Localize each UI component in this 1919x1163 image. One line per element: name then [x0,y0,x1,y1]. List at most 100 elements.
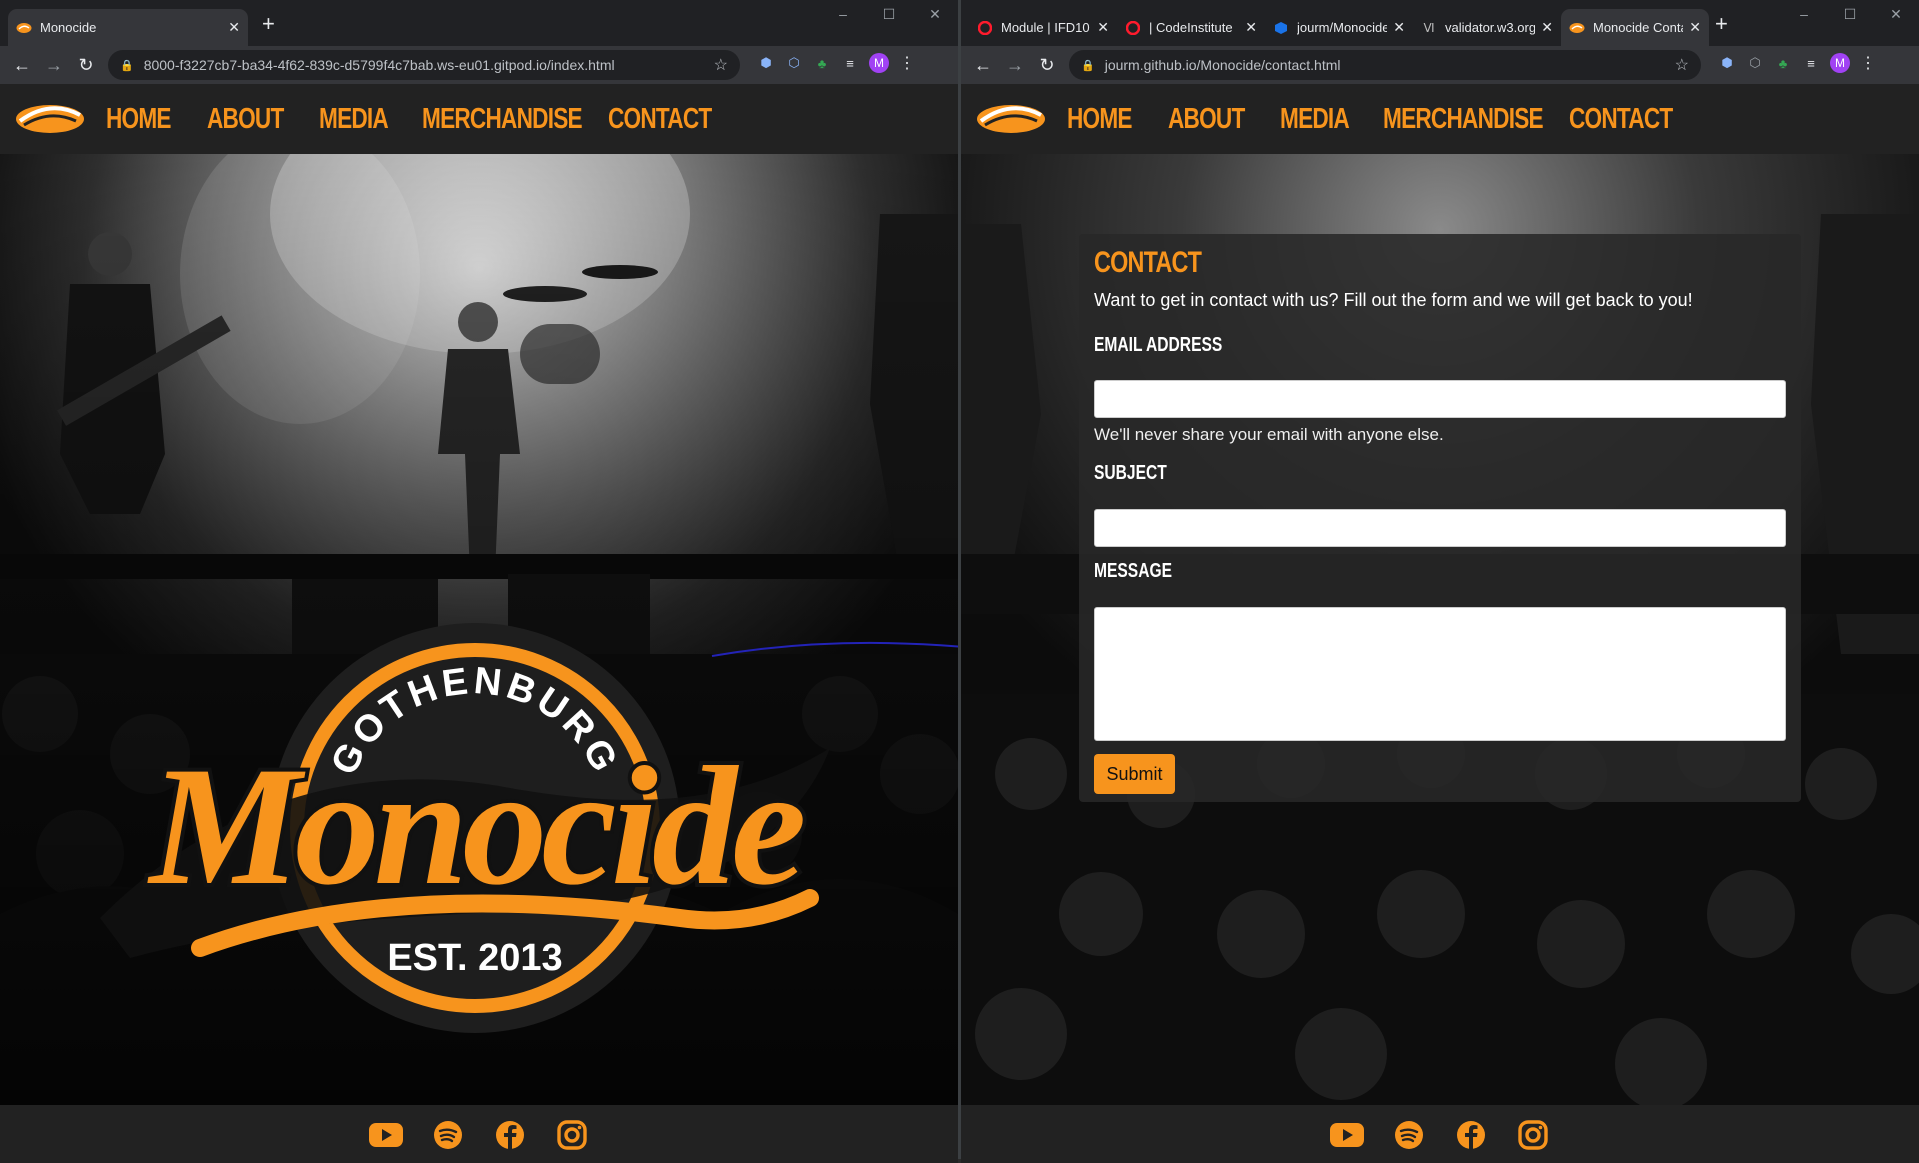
window-controls: – ☐ ✕ [820,2,958,26]
page-viewport: HOME ABOUT MEDIA MERCHANDISE CONTACT [961,84,1919,1163]
contact-form-card: CONTACT Want to get in contact with us? … [1079,234,1801,802]
window-controls: – ☐ ✕ [1781,2,1919,26]
tab-close-icon[interactable]: ✕ [1245,19,1257,36]
address-bar[interactable]: 🔒 8000-f3227cb7-ba34-4f62-839c-d5799f4c7… [108,50,740,80]
profile-avatar[interactable]: M [1830,53,1850,73]
message-textarea[interactable] [1094,607,1786,741]
logo-monocide-text: Monocide [147,732,803,920]
crowd-background-image: CONTACT Want to get in contact with us? … [961,154,1919,1105]
nav-contact[interactable]: CONTACT [1569,103,1673,136]
navbar-logo-icon[interactable] [975,99,1047,139]
email-label: EMAIL ADDRESS [1094,334,1223,356]
bookmark-star-icon[interactable]: ☆ [1675,55,1689,75]
nav-about[interactable]: ABOUT [1168,103,1245,136]
minimize-icon[interactable]: – [1781,2,1827,26]
email-help-text: We'll never share your email with anyone… [1094,425,1444,444]
browser-toolbar: ← → ↻ 🔒 8000-f3227cb7-ba34-4f62-839c-d57… [0,46,958,84]
nav-media[interactable]: MEDIA [1280,103,1350,136]
instagram-icon[interactable] [1515,1117,1551,1153]
extension-tree-icon[interactable]: ♣ [1774,54,1792,72]
browser-window-right: Module | IFD10 ✕ | CodeInstitute ✕ jourm… [961,0,1919,1163]
bookmark-star-icon[interactable]: ☆ [714,55,728,75]
lock-icon: 🔒 [120,59,134,72]
nav-merchandise[interactable]: MERCHANDISE [422,103,583,136]
tab-close-icon[interactable]: ✕ [1541,19,1553,36]
spotify-icon[interactable] [1391,1117,1427,1153]
nav-media[interactable]: MEDIA [319,103,389,136]
validator-icon: Ⅵ [1423,20,1435,35]
reload-icon[interactable]: ↻ [1031,55,1063,76]
monocide-favicon-icon [1569,20,1585,36]
tab-title: Monocide [40,20,97,35]
spotify-icon[interactable] [430,1117,466,1153]
youtube-icon[interactable] [368,1117,404,1153]
tab-close-icon[interactable]: ✕ [228,19,240,36]
nav-merchandise[interactable]: MERCHANDISE [1383,103,1544,136]
site-footer [0,1105,958,1163]
extension-icons: ⬢ ⬡ ♣ ≡ M ⋮ [757,53,915,73]
facebook-icon[interactable] [492,1117,528,1153]
maximize-icon[interactable]: ☐ [866,2,912,26]
url-text: 8000-f3227cb7-ba34-4f62-839c-d5799f4c7ba… [143,57,615,73]
tab-validator[interactable]: Ⅵ validator.w3.org ✕ [1413,9,1561,46]
subject-field[interactable] [1094,509,1786,547]
monocide-hero-logo: GOTHENBURG Monocide EST. 2013 [100,623,830,1033]
profile-avatar[interactable]: M [869,53,889,73]
instagram-icon[interactable] [554,1117,590,1153]
back-arrow-icon[interactable]: ← [6,55,38,76]
cube-icon [1273,20,1289,36]
contact-title: CONTACT [1094,246,1202,279]
opera-icon [1125,20,1141,36]
close-window-icon[interactable]: ✕ [1873,2,1919,26]
forward-arrow-icon[interactable]: → [38,55,70,76]
site-footer [961,1105,1919,1163]
forward-arrow-icon[interactable]: → [999,55,1031,76]
playlist-icon[interactable]: ≡ [1802,54,1820,72]
close-window-icon[interactable]: ✕ [912,2,958,26]
site-navbar: HOME ABOUT MEDIA MERCHANDISE CONTACT [0,84,958,154]
nav-home[interactable]: HOME [106,103,172,136]
submit-button[interactable]: Submit [1094,754,1175,794]
hero-concert-image: GOTHENBURG Monocide EST. 2013 [0,154,958,1105]
tab-title: jourm/Monocide [1297,20,1388,35]
site-navbar: HOME ABOUT MEDIA MERCHANDISE CONTACT [961,84,1919,154]
facebook-icon[interactable] [1453,1117,1489,1153]
kebab-menu-icon[interactable]: ⋮ [1860,53,1876,73]
tab-strip: Monocide ✕ + – ☐ ✕ [0,0,958,46]
tab-close-icon[interactable]: ✕ [1689,19,1701,36]
tab-github[interactable]: jourm/Monocide ✕ [1265,9,1413,46]
nav-about[interactable]: ABOUT [207,103,284,136]
back-arrow-icon[interactable]: ← [967,55,999,76]
extension-puzzle-icon[interactable]: ⬢ [1718,54,1736,72]
tab-close-icon[interactable]: ✕ [1393,19,1405,36]
nav-home[interactable]: HOME [1067,103,1133,136]
message-label: MESSAGE [1094,560,1173,582]
new-tab-button[interactable]: + [1715,13,1728,35]
youtube-icon[interactable] [1329,1117,1365,1153]
email-field[interactable] [1094,380,1786,418]
extension-icons: ⬢ ⬡ ♣ ≡ M ⋮ [1718,53,1876,73]
tab-monocide[interactable]: Monocide ✕ [8,9,248,46]
playlist-icon[interactable]: ≡ [841,54,859,72]
extension-cube-icon[interactable]: ⬡ [785,54,803,72]
kebab-menu-icon[interactable]: ⋮ [899,53,915,73]
minimize-icon[interactable]: – [820,2,866,26]
tab-close-icon[interactable]: ✕ [1097,19,1109,36]
new-tab-button[interactable]: + [262,13,275,35]
tab-title: | CodeInstitute [1149,20,1233,35]
address-bar[interactable]: 🔒 jourm.github.io/Monocide/contact.html … [1069,50,1701,80]
opera-icon [977,20,993,36]
tab-codeinstitute[interactable]: | CodeInstitute ✕ [1117,9,1265,46]
extension-cube-icon[interactable]: ⬡ [1746,54,1764,72]
reload-icon[interactable]: ↻ [70,55,102,76]
maximize-icon[interactable]: ☐ [1827,2,1873,26]
navbar-logo-icon[interactable] [14,99,86,139]
tab-module[interactable]: Module | IFD10 ✕ [969,9,1117,46]
url-text: jourm.github.io/Monocide/contact.html [1104,57,1341,73]
extension-puzzle-icon[interactable]: ⬢ [757,54,775,72]
tab-monocide-contact[interactable]: Monocide Contact ✕ [1561,9,1709,46]
contact-lead-text: Want to get in contact with us? Fill out… [1094,290,1693,310]
nav-contact[interactable]: CONTACT [608,103,712,136]
extension-tree-icon[interactable]: ♣ [813,54,831,72]
page-viewport: HOME ABOUT MEDIA MERCHANDISE CONTACT [0,84,958,1163]
